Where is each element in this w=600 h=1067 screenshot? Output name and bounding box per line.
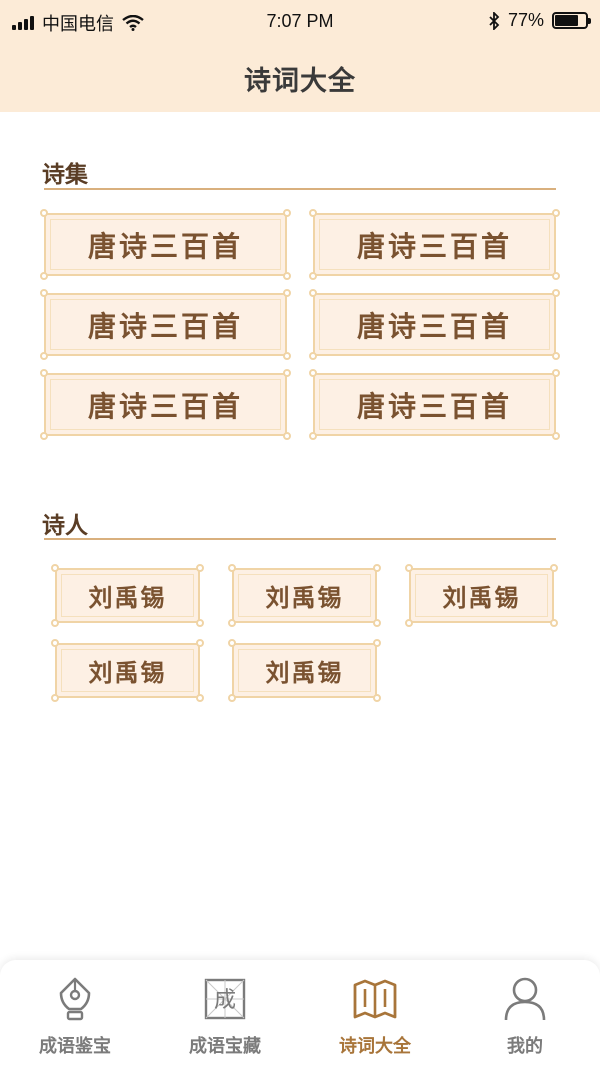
poet-card[interactable]: 刘禹锡 [405, 564, 558, 627]
poem-collection-label: 唐诗三百首 [356, 309, 512, 343]
idiom-char-icon: 成 [202, 976, 248, 1022]
poem-collection-label: 唐诗三百首 [87, 309, 243, 343]
battery-icon [552, 12, 591, 29]
battery-percent: 77% [507, 10, 544, 30]
tab-label: 成语宝藏 [189, 1036, 261, 1057]
poem-collection-card[interactable]: 唐诗三百首 [309, 369, 560, 440]
tab-label: 我的 [507, 1036, 543, 1057]
poet-card[interactable]: 刘禹锡 [51, 639, 204, 702]
poem-collection-card[interactable]: 唐诗三百首 [309, 209, 560, 280]
poem-collection-card[interactable]: 唐诗三百首 [40, 209, 291, 280]
poem-collection-card[interactable]: 唐诗三百首 [40, 289, 291, 360]
poem-collection-card[interactable]: 唐诗三百首 [40, 369, 291, 440]
open-book-icon [352, 976, 398, 1022]
idiom-char-glyph: 成 [214, 988, 236, 1013]
section-divider [44, 188, 556, 190]
user-icon [502, 976, 548, 1022]
poet-name: 刘禹锡 [88, 584, 167, 612]
status-bar: 中国电信 7:07 PM 77% [0, 0, 600, 44]
poet-name: 刘禹锡 [88, 659, 167, 687]
page-title: 诗词大全 [244, 65, 356, 97]
poet-card[interactable]: 刘禹锡 [228, 564, 381, 627]
nav-bar: 诗词大全 [0, 44, 600, 112]
tab-profile[interactable]: 我的 [450, 960, 600, 1067]
poet-name: 刘禹锡 [265, 584, 344, 612]
poem-collection-grid: 唐诗三百首 唐诗三百首 唐诗三百首 唐诗三百首 唐诗三百首 唐诗三百首 [40, 209, 560, 440]
poem-collection-label: 唐诗三百首 [87, 229, 243, 263]
poem-collection-label: 唐诗三百首 [356, 229, 512, 263]
section-title-poets: 诗人 [42, 513, 88, 539]
poem-collection-label: 唐诗三百首 [87, 389, 243, 423]
poet-card[interactable]: 刘禹锡 [51, 564, 204, 627]
poet-name: 刘禹锡 [265, 659, 344, 687]
tab-idiom-appraisal[interactable]: 成语鉴宝 [0, 960, 150, 1067]
section-title-collections: 诗集 [42, 162, 88, 188]
tab-bar: 成语鉴宝 成 成语宝藏 诗词大全 我的 [0, 960, 600, 1067]
poem-collection-label: 唐诗三百首 [356, 389, 512, 423]
section-divider [44, 538, 556, 540]
poem-collection-card[interactable]: 唐诗三百首 [309, 289, 560, 360]
tab-label: 成语鉴宝 [39, 1036, 111, 1057]
bluetooth-icon [489, 11, 500, 30]
poet-card[interactable]: 刘禹锡 [228, 639, 381, 702]
tab-label: 诗词大全 [339, 1036, 411, 1057]
tab-poetry-collection[interactable]: 诗词大全 [300, 960, 450, 1067]
poet-grid: 刘禹锡 刘禹锡 刘禹锡 刘禹锡 刘禹锡 [51, 564, 558, 702]
fountain-pen-icon [52, 976, 98, 1022]
tab-idiom-treasury[interactable]: 成 成语宝藏 [150, 960, 300, 1067]
poet-name: 刘禹锡 [442, 584, 521, 612]
